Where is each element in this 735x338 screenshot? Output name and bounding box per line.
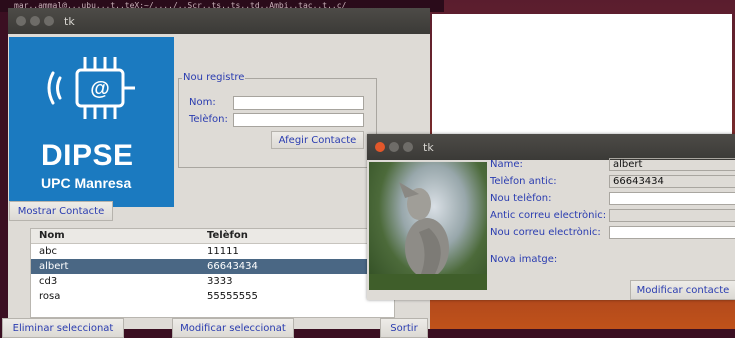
contacts-table[interactable]: Nom Telèfon abc 11111 albert 66643434 cd…	[30, 228, 395, 318]
add-contact-button[interactable]: Afegir Contacte	[271, 131, 364, 149]
new-phone-input[interactable]	[609, 192, 735, 205]
row-phone: 3333	[207, 276, 233, 287]
table-header: Nom Telèfon	[31, 229, 394, 244]
main-window-title: tk	[64, 14, 75, 28]
close-window-icon[interactable]	[375, 142, 385, 152]
new-email-input[interactable]	[609, 226, 735, 239]
wireless-chip-icon: @	[47, 57, 135, 119]
row-phone: 55555555	[207, 291, 258, 302]
modify-contact-button[interactable]: Modificar contacte	[630, 280, 735, 300]
edit-window: tk Name: albert Telèfon antic: 66643434 …	[367, 134, 735, 300]
minimize-window-icon[interactable]	[389, 142, 399, 152]
maximize-window-icon[interactable]	[403, 142, 413, 152]
new-image-label: Nova imatge:	[490, 254, 558, 265]
row-name: albert	[39, 261, 69, 272]
modify-selected-button[interactable]: Modificar seleccionat	[172, 318, 294, 338]
table-row-selected[interactable]: albert 66643434	[31, 259, 394, 274]
logo-title: DIPSE	[41, 139, 134, 172]
contact-photo	[369, 162, 487, 290]
row-name: cd3	[39, 276, 58, 287]
exit-button[interactable]: Sortir	[380, 318, 428, 338]
column-header-name[interactable]: Nom	[31, 229, 199, 243]
old-email-label: Antic correu electrònic:	[490, 210, 607, 221]
logo-subtitle: UPC Manresa	[41, 175, 132, 191]
kangaroo-image	[369, 182, 487, 290]
row-name: rosa	[39, 291, 61, 302]
table-row[interactable]: rosa 55555555	[31, 289, 394, 304]
show-contact-button[interactable]: Mostrar Contacte	[9, 201, 113, 221]
close-window-icon[interactable]	[16, 16, 26, 26]
phone-label: Telèfon:	[189, 114, 228, 125]
table-row[interactable]: abc 11111	[31, 244, 394, 259]
main-titlebar[interactable]: tk	[8, 8, 430, 34]
delete-selected-button[interactable]: Eliminar seleccionat	[2, 318, 124, 338]
name-label: Name:	[490, 159, 523, 170]
dipse-logo: @ DIPSE UPC Manresa	[9, 37, 174, 207]
column-header-phone[interactable]: Telèfon	[199, 229, 394, 243]
edit-window-title: tk	[423, 140, 434, 154]
new-phone-label: Nou telèfon:	[490, 193, 552, 204]
old-phone-label: Telèfon antic:	[490, 176, 557, 187]
new-record-group: Nou registre Nom: Telèfon: Afegir Contac…	[178, 72, 377, 168]
background-window	[432, 14, 732, 134]
maximize-window-icon[interactable]	[44, 16, 54, 26]
minimize-window-icon[interactable]	[30, 16, 40, 26]
table-row[interactable]: cd3 3333	[31, 274, 394, 289]
edit-titlebar[interactable]: tk	[367, 134, 735, 160]
old-phone-value: 66643434	[609, 175, 735, 188]
row-phone: 11111	[207, 246, 239, 257]
row-phone: 66643434	[207, 261, 258, 272]
new-record-legend: Nou registre	[182, 72, 246, 83]
name-value: albert	[609, 158, 735, 171]
phone-input[interactable]	[233, 113, 364, 127]
name-label: Nom:	[189, 97, 216, 108]
name-input[interactable]	[233, 96, 364, 110]
row-name: abc	[39, 246, 57, 257]
old-email-value	[609, 209, 735, 222]
svg-text:@: @	[90, 78, 110, 100]
new-email-label: Nou correu electrònic:	[490, 227, 601, 238]
